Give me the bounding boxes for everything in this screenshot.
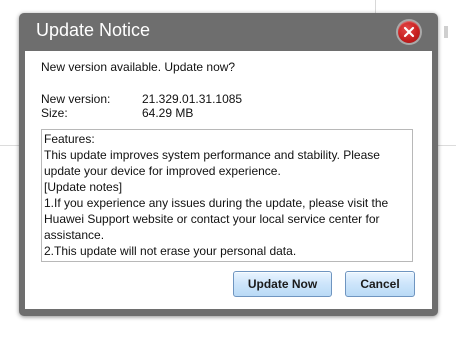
features-line: assistance. [44,228,105,242]
close-button[interactable] [398,21,420,43]
features-textbox[interactable]: Features: This update improves system pe… [41,129,413,262]
background-divider-vertical [375,0,376,14]
features-line: Features: [44,132,95,146]
features-line: Huawei Support website or contact your l… [44,212,380,226]
features-line: This update improves system performance … [44,148,380,162]
cancel-button[interactable]: Cancel [345,271,415,297]
size-label: Size: [41,106,68,120]
features-line: update your device for improved experien… [44,164,281,178]
dialog-title: Update Notice [36,20,151,40]
update-prompt: New version available. Update now? [41,60,236,74]
update-notice-dialog: Update Notice New version available. Upd… [19,13,438,316]
close-icon [403,26,415,38]
version-label: New version: [41,92,111,106]
size-value: 64.29 MB [142,106,194,120]
background-scroll-mark [444,26,448,38]
features-line: [Update notes] [44,180,123,194]
features-line: 1.If you experience any issues during th… [44,196,389,210]
dialog-content: New version available. Update now? New v… [25,51,432,309]
version-value: 21.329.01.31.1085 [142,92,243,106]
update-now-button[interactable]: Update Now [233,271,332,297]
features-line: 2.This update will not erase your person… [44,244,297,258]
